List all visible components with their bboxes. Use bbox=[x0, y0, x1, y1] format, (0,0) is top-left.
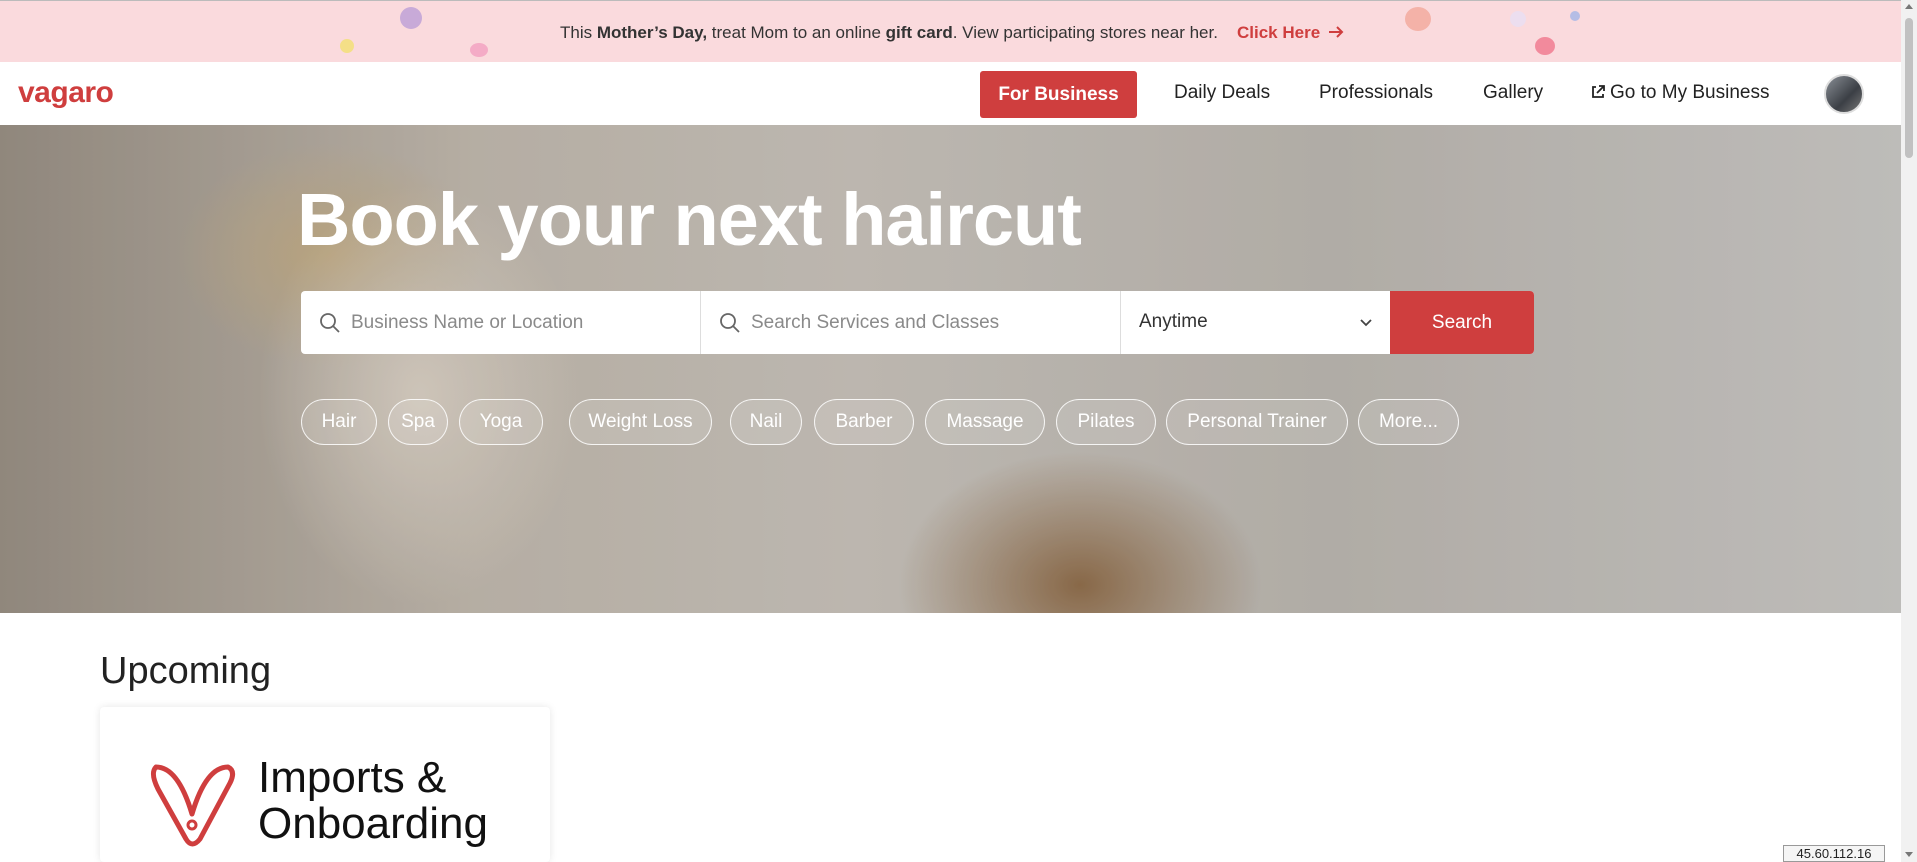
arrow-right-icon bbox=[1328, 26, 1344, 38]
flower-decoration bbox=[1535, 37, 1555, 55]
flower-decoration bbox=[1405, 7, 1431, 31]
vagaro-v-logo-icon bbox=[150, 764, 236, 847]
vagaro-logo[interactable]: vagaro bbox=[18, 76, 114, 110]
location-search-input[interactable] bbox=[351, 291, 691, 354]
chip-massage[interactable]: Massage bbox=[925, 399, 1045, 445]
flower-decoration bbox=[340, 39, 354, 53]
search-icon bbox=[320, 313, 340, 333]
for-business-button[interactable]: For Business bbox=[980, 71, 1137, 118]
search-icon bbox=[720, 313, 740, 333]
nav-gallery[interactable]: Gallery bbox=[1483, 82, 1543, 104]
nav-go-to-my-business[interactable]: Go to My Business bbox=[1590, 82, 1769, 104]
promo-text: This Mother’s Day, treat Mom to an onlin… bbox=[560, 23, 1218, 42]
chip-barber[interactable]: Barber bbox=[814, 399, 914, 445]
upcoming-card-title: Imports & Onboarding bbox=[258, 753, 488, 848]
service-search-input[interactable] bbox=[751, 291, 1111, 354]
upcoming-heading: Upcoming bbox=[100, 650, 272, 692]
service-field bbox=[701, 291, 1121, 354]
ip-address-badge: 45.60.112.16 bbox=[1783, 845, 1885, 862]
time-select[interactable]: Anytime bbox=[1121, 291, 1391, 354]
vertical-scrollbar[interactable] bbox=[1901, 0, 1917, 862]
search-button[interactable]: Search bbox=[1390, 291, 1534, 354]
scroll-up-arrow-icon[interactable] bbox=[1905, 4, 1913, 9]
promo-banner: This Mother’s Day, treat Mom to an onlin… bbox=[0, 0, 1901, 62]
chip-pilates[interactable]: Pilates bbox=[1056, 399, 1156, 445]
hero-title: Book your next haircut bbox=[297, 178, 1082, 261]
nav-professionals[interactable]: Professionals bbox=[1319, 82, 1433, 104]
flower-decoration bbox=[1570, 11, 1580, 21]
site-header: vagaro For Business Daily Deals Professi… bbox=[0, 62, 1901, 125]
flower-decoration bbox=[470, 43, 488, 57]
promo-click-here-link[interactable]: Click Here bbox=[1237, 23, 1344, 43]
nav-daily-deals[interactable]: Daily Deals bbox=[1174, 82, 1270, 104]
promo-link-label: Click Here bbox=[1237, 23, 1321, 42]
chip-spa[interactable]: Spa bbox=[388, 399, 448, 445]
hero-section: Book your next haircut Anytime Search Ha… bbox=[0, 125, 1901, 613]
upcoming-card[interactable]: Imports & Onboarding bbox=[100, 707, 550, 862]
chip-personal-trainer[interactable]: Personal Trainer bbox=[1166, 399, 1348, 445]
chip-yoga[interactable]: Yoga bbox=[459, 399, 543, 445]
flower-decoration bbox=[1510, 11, 1526, 27]
chip-nail[interactable]: Nail bbox=[730, 399, 802, 445]
chip-hair[interactable]: Hair bbox=[301, 399, 377, 445]
location-field bbox=[301, 291, 701, 354]
chevron-down-icon bbox=[1360, 319, 1372, 327]
scroll-thumb[interactable] bbox=[1905, 18, 1913, 158]
scroll-down-arrow-icon[interactable] bbox=[1905, 852, 1913, 857]
external-link-icon bbox=[1592, 85, 1605, 98]
flower-decoration bbox=[400, 7, 422, 29]
chip-more[interactable]: More... bbox=[1358, 399, 1459, 445]
time-select-value: Anytime bbox=[1139, 311, 1208, 332]
search-bar: Anytime Search bbox=[301, 291, 1534, 354]
user-avatar-icon[interactable] bbox=[1824, 74, 1864, 114]
go-to-my-business-label: Go to My Business bbox=[1610, 82, 1770, 103]
chip-weight-loss[interactable]: Weight Loss bbox=[569, 399, 712, 445]
